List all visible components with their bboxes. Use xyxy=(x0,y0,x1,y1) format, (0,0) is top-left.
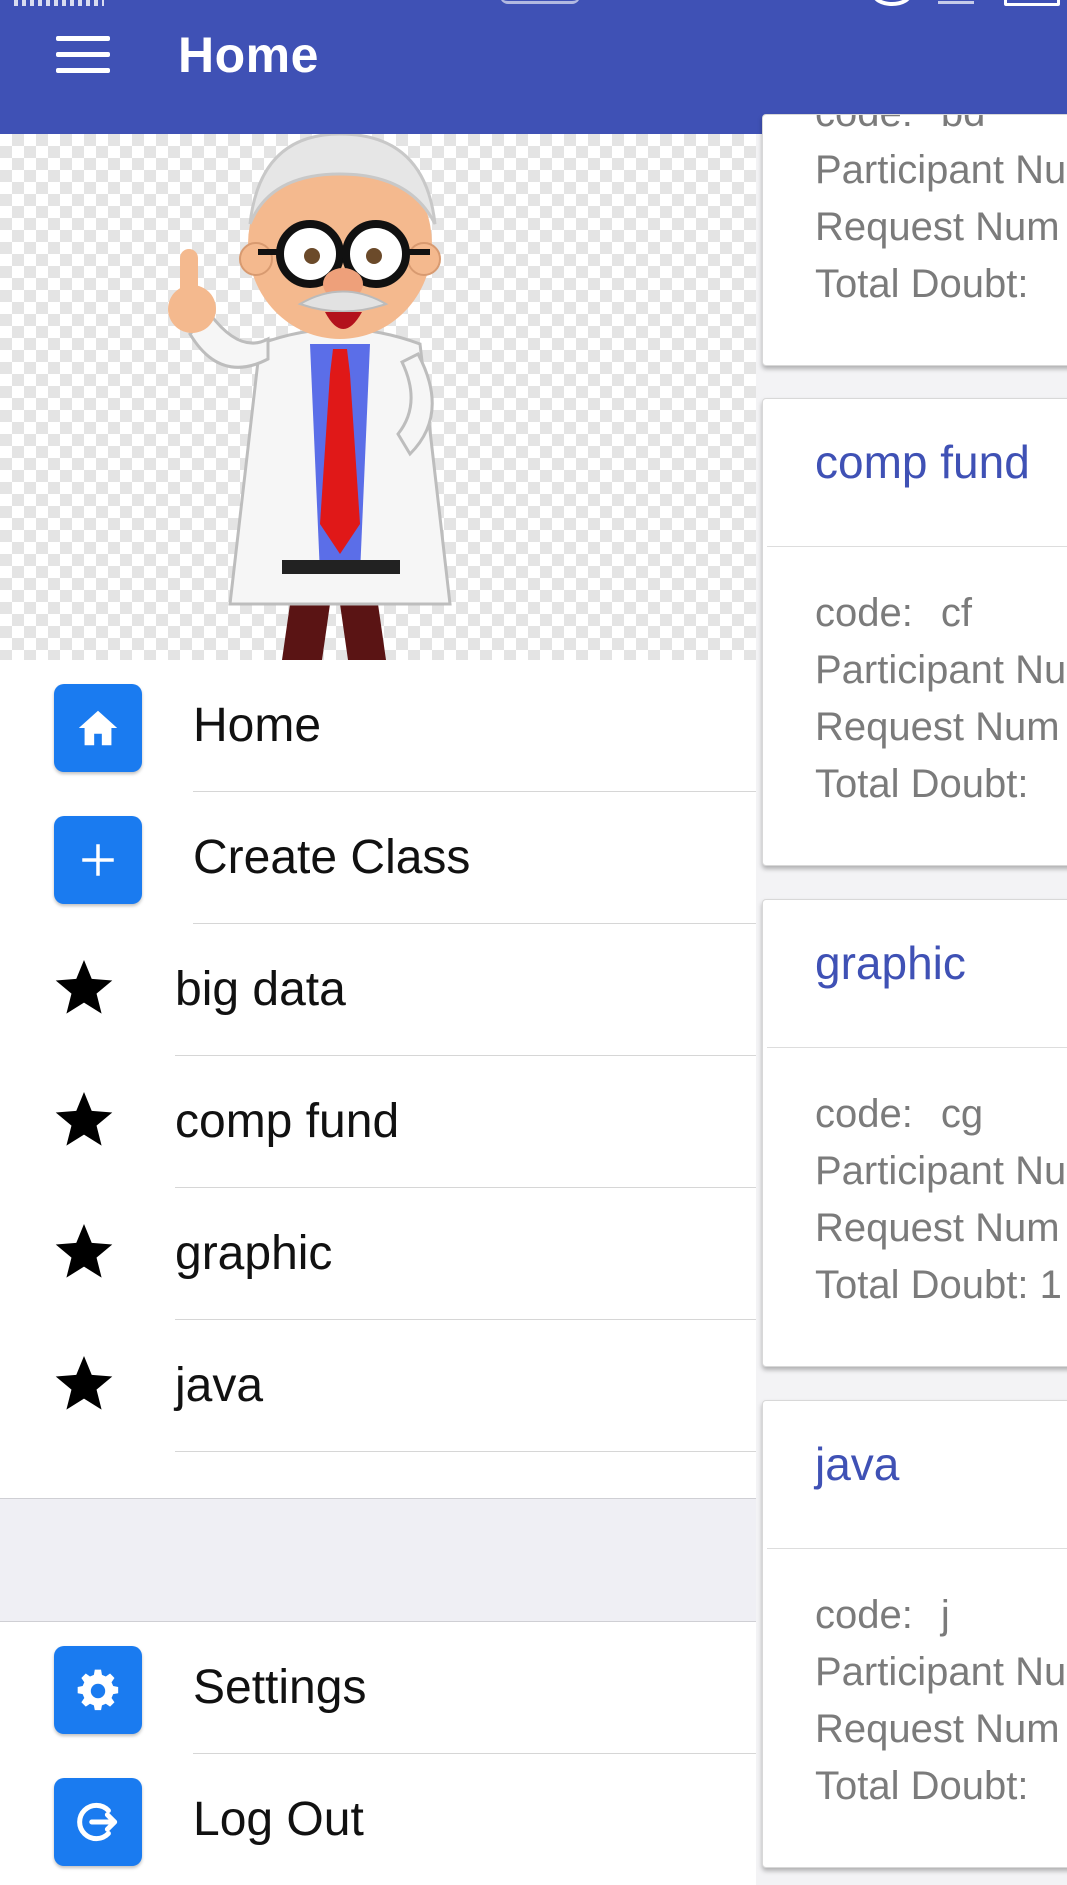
drawer-header-image xyxy=(0,134,756,660)
card-participant-number: Participant Nu xyxy=(815,648,1067,692)
drawer-item-label: java xyxy=(175,1359,264,1412)
star-icon xyxy=(55,1092,113,1146)
card-code: code: j xyxy=(815,1593,950,1637)
drawer-item-label: Log Out xyxy=(193,1793,364,1846)
status-bar xyxy=(0,0,1067,14)
card-total-doubt: Total Doubt: 1 xyxy=(815,1263,1062,1307)
card-request-number: Request Num xyxy=(815,205,1060,249)
section-spacer xyxy=(0,1498,756,1622)
battery-icon xyxy=(1004,0,1060,6)
class-card[interactable]: code:bd Participant Nu Request Num Total… xyxy=(762,114,1067,366)
card-code: code: cg xyxy=(815,1092,984,1136)
card-participant-number: Participant Nu xyxy=(815,148,1067,192)
star-icon xyxy=(55,1224,113,1278)
class-card[interactable]: graphic code: cg Participant Nu Request N… xyxy=(762,899,1067,1367)
drawer-item-comp-fund[interactable]: comp fund xyxy=(0,1056,756,1188)
card-total-doubt: Total Doubt: xyxy=(815,762,1029,806)
drawer-item-graphic[interactable]: graphic xyxy=(0,1188,756,1320)
drawer-item-java[interactable]: java xyxy=(0,1320,756,1452)
star-icon xyxy=(55,1356,113,1410)
drawer-item-label: Create Class xyxy=(193,831,471,884)
plus-icon xyxy=(54,816,142,904)
page-title: Home xyxy=(178,27,319,83)
card-divider xyxy=(767,1548,1067,1549)
drawer-item-label: graphic xyxy=(175,1227,333,1280)
drawer-item-label: Settings xyxy=(193,1661,367,1714)
drawer-item-log-out[interactable]: Log Out xyxy=(0,1754,756,1885)
card-code: code: cf xyxy=(815,591,972,635)
card-total-doubt: Total Doubt: xyxy=(815,262,1029,306)
card-code: code:bd xyxy=(815,115,1066,142)
class-card[interactable]: comp fund code: cf Participant Nu Request… xyxy=(762,398,1067,866)
card-title[interactable]: graphic xyxy=(815,936,966,990)
drawer-item-settings[interactable]: Settings xyxy=(0,1622,756,1754)
drawer-item-label: comp fund xyxy=(175,1095,400,1148)
card-total-doubt: Total Doubt: xyxy=(815,1764,1029,1808)
professor-illustration xyxy=(168,134,452,660)
card-divider xyxy=(767,546,1067,547)
clock-indicator xyxy=(500,0,580,4)
drawer-item-label: Home xyxy=(193,699,322,752)
alarm-icon xyxy=(872,0,912,6)
drawer-item-big-data[interactable]: big data xyxy=(0,924,756,1056)
card-title[interactable]: java xyxy=(815,1437,899,1491)
star-icon xyxy=(55,960,113,1014)
drawer-item-create-class[interactable]: Create Class xyxy=(0,792,756,924)
drawer-item-label: big data xyxy=(175,963,346,1016)
class-card[interactable]: java code: j Participant Nu Request Num T… xyxy=(762,1400,1067,1868)
card-request-number: Request Num xyxy=(815,705,1060,749)
wifi-icon xyxy=(938,0,974,4)
card-participant-number: Participant Nu xyxy=(815,1650,1067,1694)
gear-icon xyxy=(54,1646,142,1734)
navigation-drawer: Home Create Class big data comp fund gra… xyxy=(0,134,756,1885)
drawer-item-home[interactable]: Home xyxy=(0,660,756,792)
home-icon xyxy=(54,684,142,772)
card-title[interactable]: comp fund xyxy=(815,435,1030,489)
divider xyxy=(175,1451,756,1452)
logout-icon xyxy=(54,1778,142,1866)
card-request-number: Request Num xyxy=(815,1206,1060,1250)
signal-icon xyxy=(14,0,104,6)
hamburger-menu-icon[interactable] xyxy=(48,30,120,84)
card-request-number: Request Num xyxy=(815,1707,1060,1751)
card-participant-number: Participant Nu xyxy=(815,1149,1067,1193)
card-divider xyxy=(767,1047,1067,1048)
